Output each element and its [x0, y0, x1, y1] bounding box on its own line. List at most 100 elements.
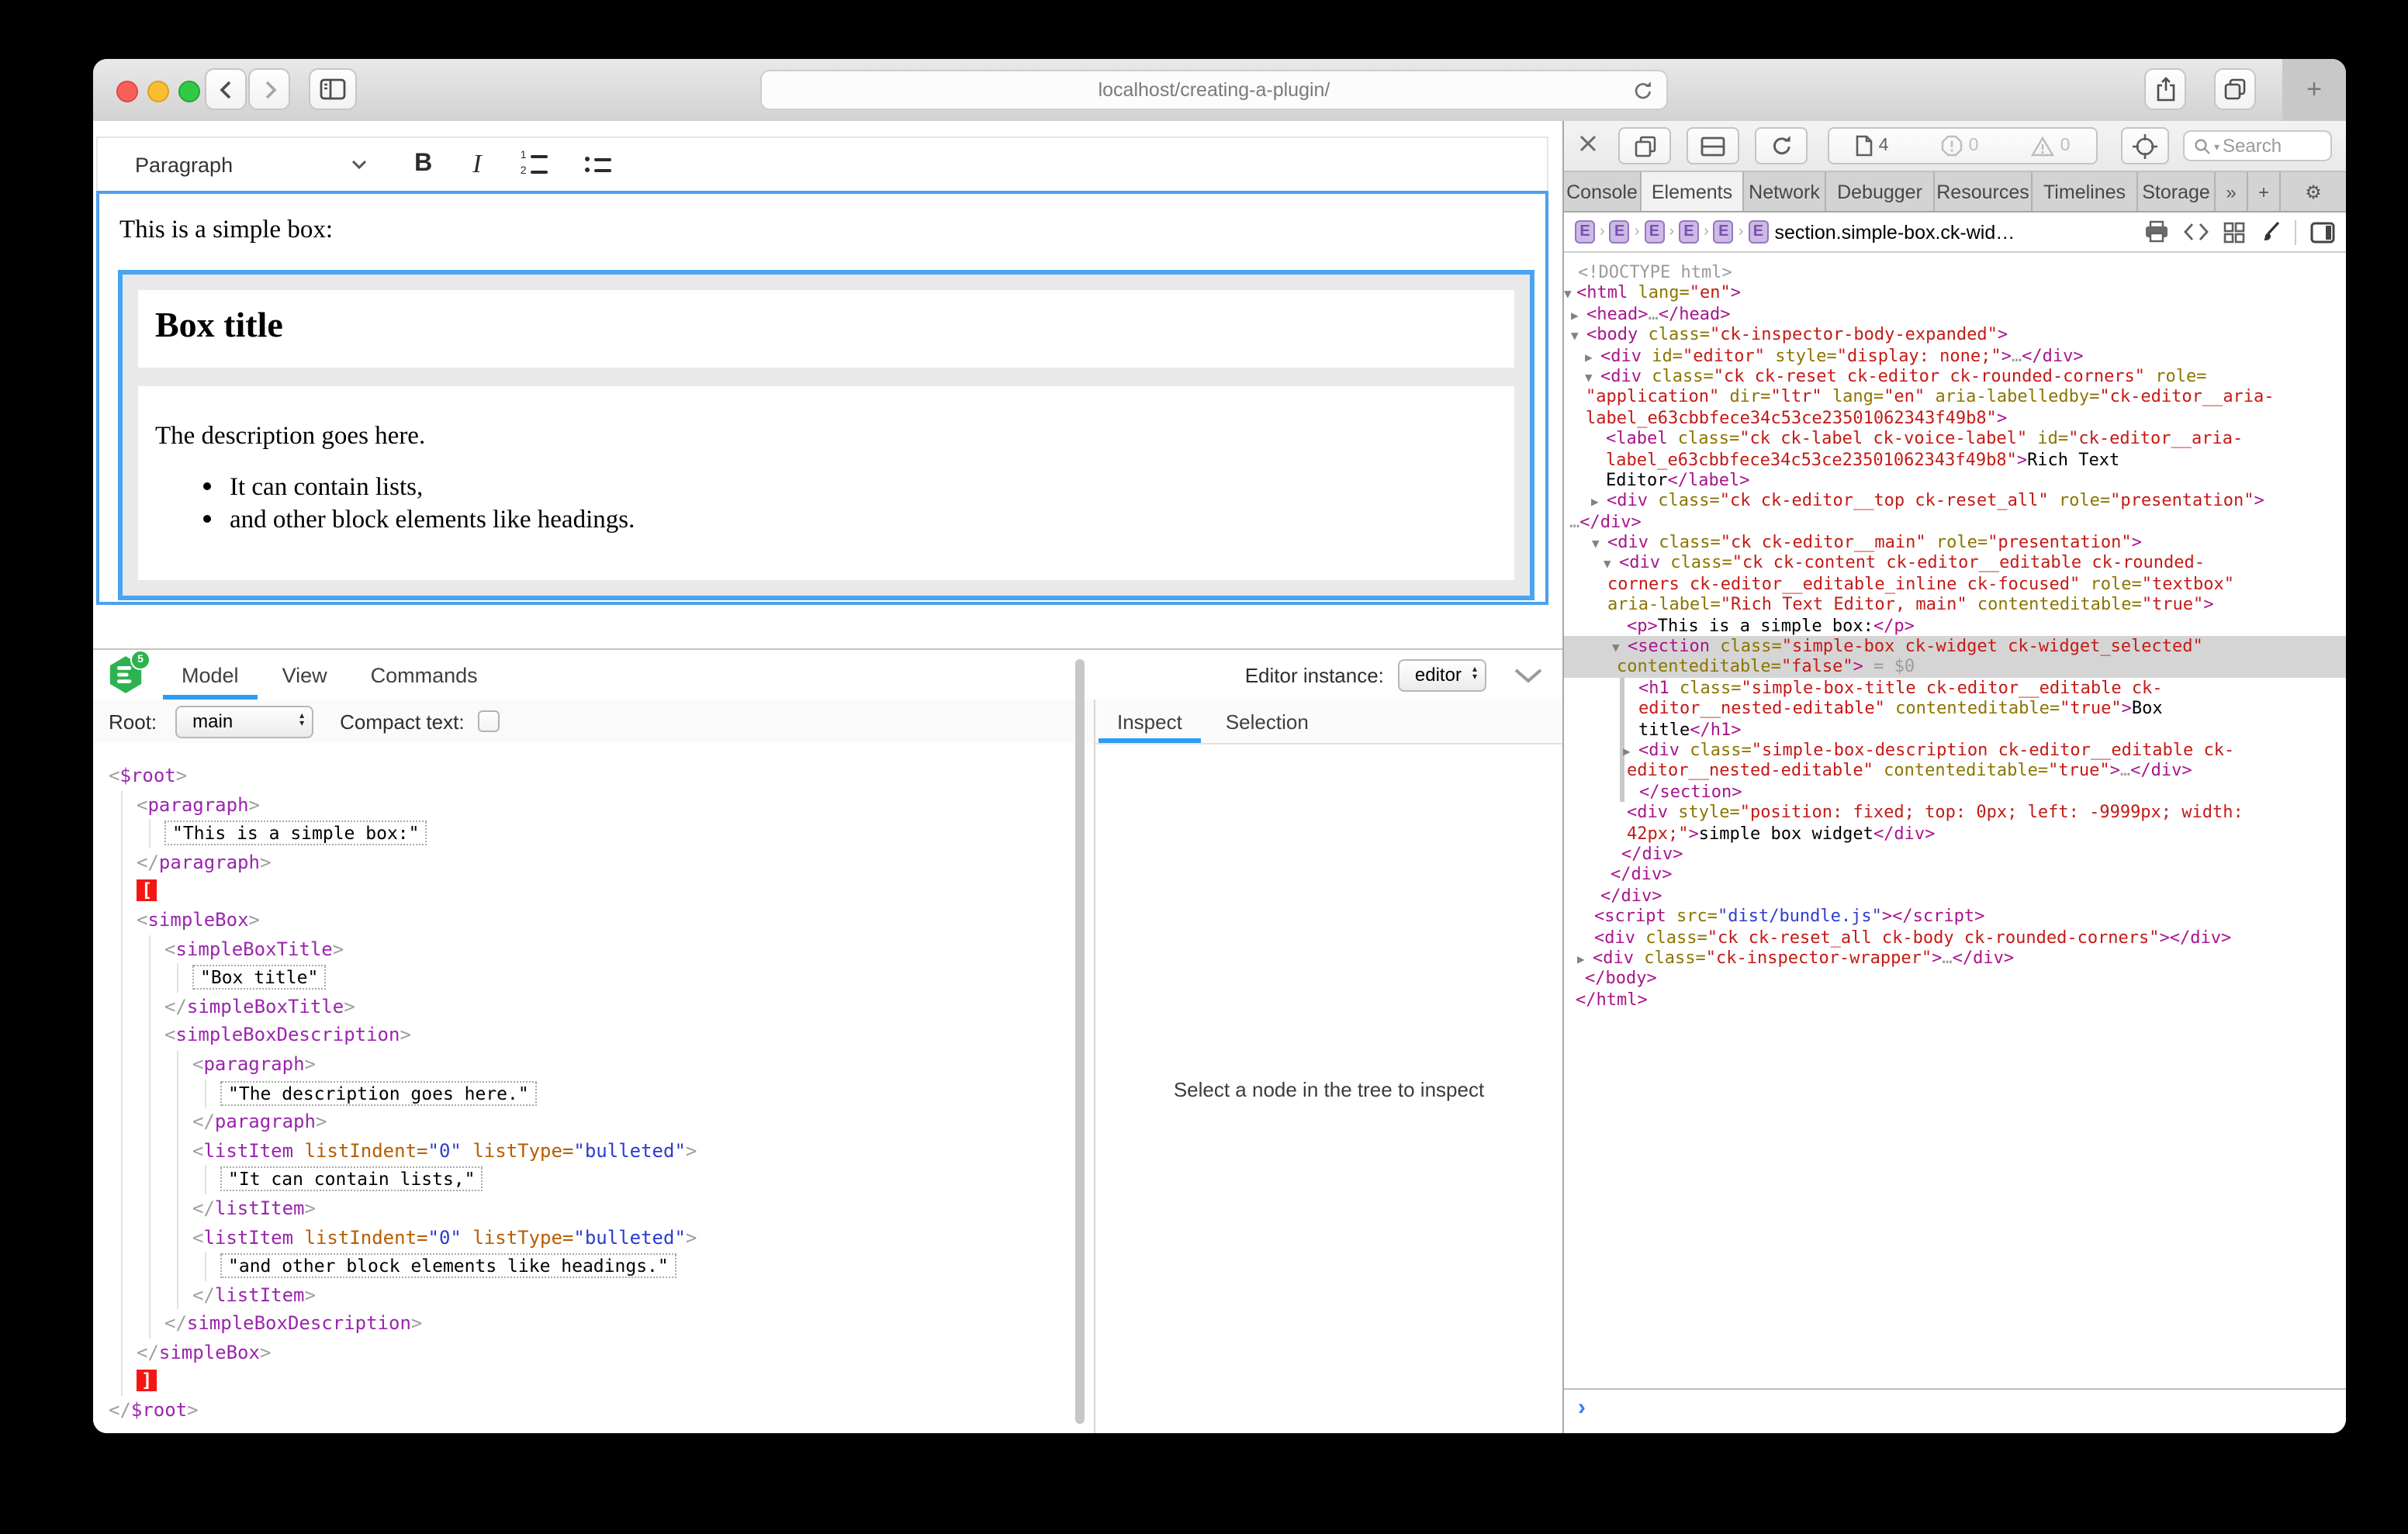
- tab-console[interactable]: Console: [1564, 172, 1642, 211]
- forward-button[interactable]: [248, 68, 290, 110]
- disclosure-open-icon[interactable]: ▼: [1612, 637, 1620, 658]
- simple-box-title-area[interactable]: Box title: [138, 290, 1514, 368]
- disclosure-closed-icon[interactable]: ▶: [1577, 949, 1585, 970]
- dom-tree-line[interactable]: <label class="ck ck-label ck-voice-label…: [1564, 428, 2346, 449]
- disclosure-open-icon[interactable]: ▼: [1592, 534, 1600, 555]
- disclosure-open-icon[interactable]: ▼: [1604, 555, 1611, 575]
- dom-tree-line[interactable]: <!DOCTYPE html>: [1564, 262, 2346, 283]
- tab-resources[interactable]: Resources: [1935, 172, 2033, 211]
- dom-tree-line[interactable]: ▼<body class="ck-inspector-body-expanded…: [1564, 324, 2346, 345]
- zoom-window-button[interactable]: [178, 81, 200, 102]
- tab-model[interactable]: Model: [160, 650, 261, 700]
- dom-tree-line[interactable]: <div style="position: fixed; top: 0px; l…: [1564, 802, 2346, 823]
- dom-tree-line[interactable]: ▶<div class="ck ck-editor__top ck-reset_…: [1564, 491, 2346, 512]
- dom-tree-line[interactable]: ▶<div id="editor" style="display: none;"…: [1564, 345, 2346, 366]
- tab-settings[interactable]: ⚙: [2281, 172, 2346, 211]
- dom-tree-line[interactable]: title</h1>: [1564, 719, 2346, 740]
- model-tree-line[interactable]: <$root>: [93, 762, 1094, 790]
- share-button[interactable]: [2144, 68, 2186, 110]
- model-tree-line[interactable]: </$root>: [93, 1396, 1094, 1425]
- quick-console[interactable]: ›: [1564, 1388, 2346, 1433]
- simple-box-description-area[interactable]: The description goes here. It can contai…: [138, 386, 1514, 580]
- dom-tree-line[interactable]: ▼<div class="ck ck-editor__main" role="p…: [1564, 532, 2346, 553]
- tab-commands[interactable]: Commands: [349, 650, 500, 700]
- model-tree-line[interactable]: [: [93, 877, 1094, 906]
- tab-debugger[interactable]: Debugger: [1826, 172, 1935, 211]
- dom-tree-line[interactable]: ▶<head>…</head>: [1564, 304, 2346, 325]
- tab-inspect[interactable]: Inspect: [1095, 700, 1204, 743]
- compact-text-checkbox[interactable]: [479, 710, 500, 732]
- dock-side-button[interactable]: [1687, 127, 1739, 164]
- disclosure-open-icon[interactable]: ▼: [1585, 368, 1593, 389]
- model-tree-line[interactable]: "and other block elements like headings.…: [93, 1252, 1094, 1280]
- paintbrush-icon[interactable]: [2259, 220, 2281, 244]
- element-badge[interactable]: E: [1679, 220, 1699, 244]
- tab-selection[interactable]: Selection: [1204, 700, 1330, 743]
- element-badge[interactable]: E: [1575, 220, 1595, 244]
- reload-icon[interactable]: [1632, 79, 1654, 102]
- model-tree-line[interactable]: <simpleBoxDescription>: [93, 1021, 1094, 1050]
- detach-devtools-button[interactable]: [1618, 127, 1671, 164]
- model-tree[interactable]: <$root><paragraph>"This is a simple box:…: [93, 743, 1094, 1433]
- list-item[interactable]: and other block elements like headings.: [230, 504, 1514, 535]
- editor-instance-select[interactable]: editor ▴▾: [1398, 658, 1486, 691]
- italic-button[interactable]: I: [472, 149, 481, 180]
- dom-tree-line[interactable]: ▼<section class="simple-box ck-widget ck…: [1564, 636, 2346, 657]
- sidebar-toggle-button[interactable]: [309, 68, 357, 110]
- element-badge[interactable]: E: [1644, 220, 1664, 244]
- devtools-search-field[interactable]: ▾ Search: [2183, 130, 2332, 161]
- disclosure-open-icon[interactable]: ▼: [1571, 326, 1579, 347]
- model-tree-line[interactable]: <simpleBox>: [93, 906, 1094, 935]
- paragraph-dropdown[interactable]: Paragraph: [135, 153, 233, 176]
- dom-tree-line[interactable]: ▼<div class="ck ck-reset ck-editor ck-ro…: [1564, 366, 2346, 387]
- back-button[interactable]: [205, 68, 247, 110]
- minimize-window-button[interactable]: [147, 81, 169, 102]
- dom-tree-line[interactable]: editor__nested-editable" contenteditable…: [1564, 761, 2346, 782]
- dom-tree-line[interactable]: label_e63cbbfece34c53ce23501062343f49b8"…: [1564, 407, 2346, 428]
- description-paragraph[interactable]: The description goes here.: [138, 386, 1514, 451]
- tab-storage[interactable]: Storage: [2138, 172, 2216, 211]
- dom-tree-line[interactable]: </section>: [1564, 782, 2346, 803]
- disclosure-closed-icon[interactable]: ▶: [1623, 741, 1631, 762]
- print-icon[interactable]: [2144, 220, 2169, 244]
- dom-tree-line[interactable]: label_e63cbbfece34c53ce23501062343f49b8"…: [1564, 449, 2346, 470]
- model-tree-line[interactable]: </simpleBox>: [93, 1339, 1094, 1367]
- list-item[interactable]: It can contain lists,: [230, 472, 1514, 503]
- dom-tree-line[interactable]: contenteditable="false"> = $0: [1564, 657, 2346, 678]
- tab-overview-button[interactable]: [2214, 68, 2256, 110]
- disclosure-closed-icon[interactable]: ▶: [1591, 492, 1599, 513]
- dom-tree-line[interactable]: editor__nested-editable" contenteditable…: [1564, 698, 2346, 719]
- dom-tree-line[interactable]: <script src="dist/bundle.js"></script>: [1564, 906, 2346, 927]
- new-tab-button[interactable]: +: [2282, 59, 2346, 121]
- dom-tree-line[interactable]: <div class="ck ck-reset_all ck-body ck-r…: [1564, 927, 2346, 948]
- model-tree-line[interactable]: </paragraph>: [93, 1107, 1094, 1136]
- disclosure-closed-icon[interactable]: ▶: [1571, 306, 1579, 326]
- dom-tree-line[interactable]: </div>: [1564, 885, 2346, 906]
- dom-tree-line[interactable]: <p>This is a simple box:</p>: [1564, 615, 2346, 636]
- model-tree-line[interactable]: "It can contain lists,": [93, 1166, 1094, 1194]
- element-badge[interactable]: E: [1610, 220, 1630, 244]
- code-brackets-icon[interactable]: [2183, 222, 2209, 242]
- tab-more[interactable]: »: [2216, 172, 2248, 211]
- model-tree-line[interactable]: </listItem>: [93, 1194, 1094, 1223]
- dom-tree-line[interactable]: "application" dir="ltr" lang="en" aria-l…: [1564, 387, 2346, 408]
- element-picker-button[interactable]: [2121, 127, 2169, 164]
- dom-tree-line[interactable]: Editor</label>: [1564, 470, 2346, 491]
- simple-box-widget[interactable]: Box title The description goes here. It …: [118, 270, 1534, 600]
- bold-button[interactable]: B: [414, 150, 432, 178]
- tab-add[interactable]: +: [2248, 172, 2281, 211]
- dom-tree-line[interactable]: </body>: [1564, 969, 2346, 990]
- dom-tree-line[interactable]: </div>: [1564, 865, 2346, 886]
- dom-tree-line[interactable]: …</div>: [1564, 511, 2346, 532]
- model-tree-line[interactable]: </simpleBoxTitle>: [93, 993, 1094, 1021]
- disclosure-open-icon[interactable]: ▼: [1564, 285, 1572, 306]
- model-tree-line[interactable]: </paragraph>: [93, 848, 1094, 877]
- numbered-list-button[interactable]: 1 2: [519, 152, 548, 177]
- box-list[interactable]: It can contain lists,and other block ele…: [138, 472, 1514, 535]
- dom-tree-line[interactable]: <h1 class="simple-box-title ck-editor__e…: [1564, 678, 2346, 699]
- dom-tree-line[interactable]: 42px;">simple box widget</div>: [1564, 823, 2346, 844]
- dom-tree-line[interactable]: </div>: [1564, 844, 2346, 865]
- model-tree-line[interactable]: "The description goes here.": [93, 1079, 1094, 1107]
- box-title-heading[interactable]: Box title: [138, 290, 1514, 346]
- issues-summary[interactable]: 4 0 0: [1828, 127, 2098, 164]
